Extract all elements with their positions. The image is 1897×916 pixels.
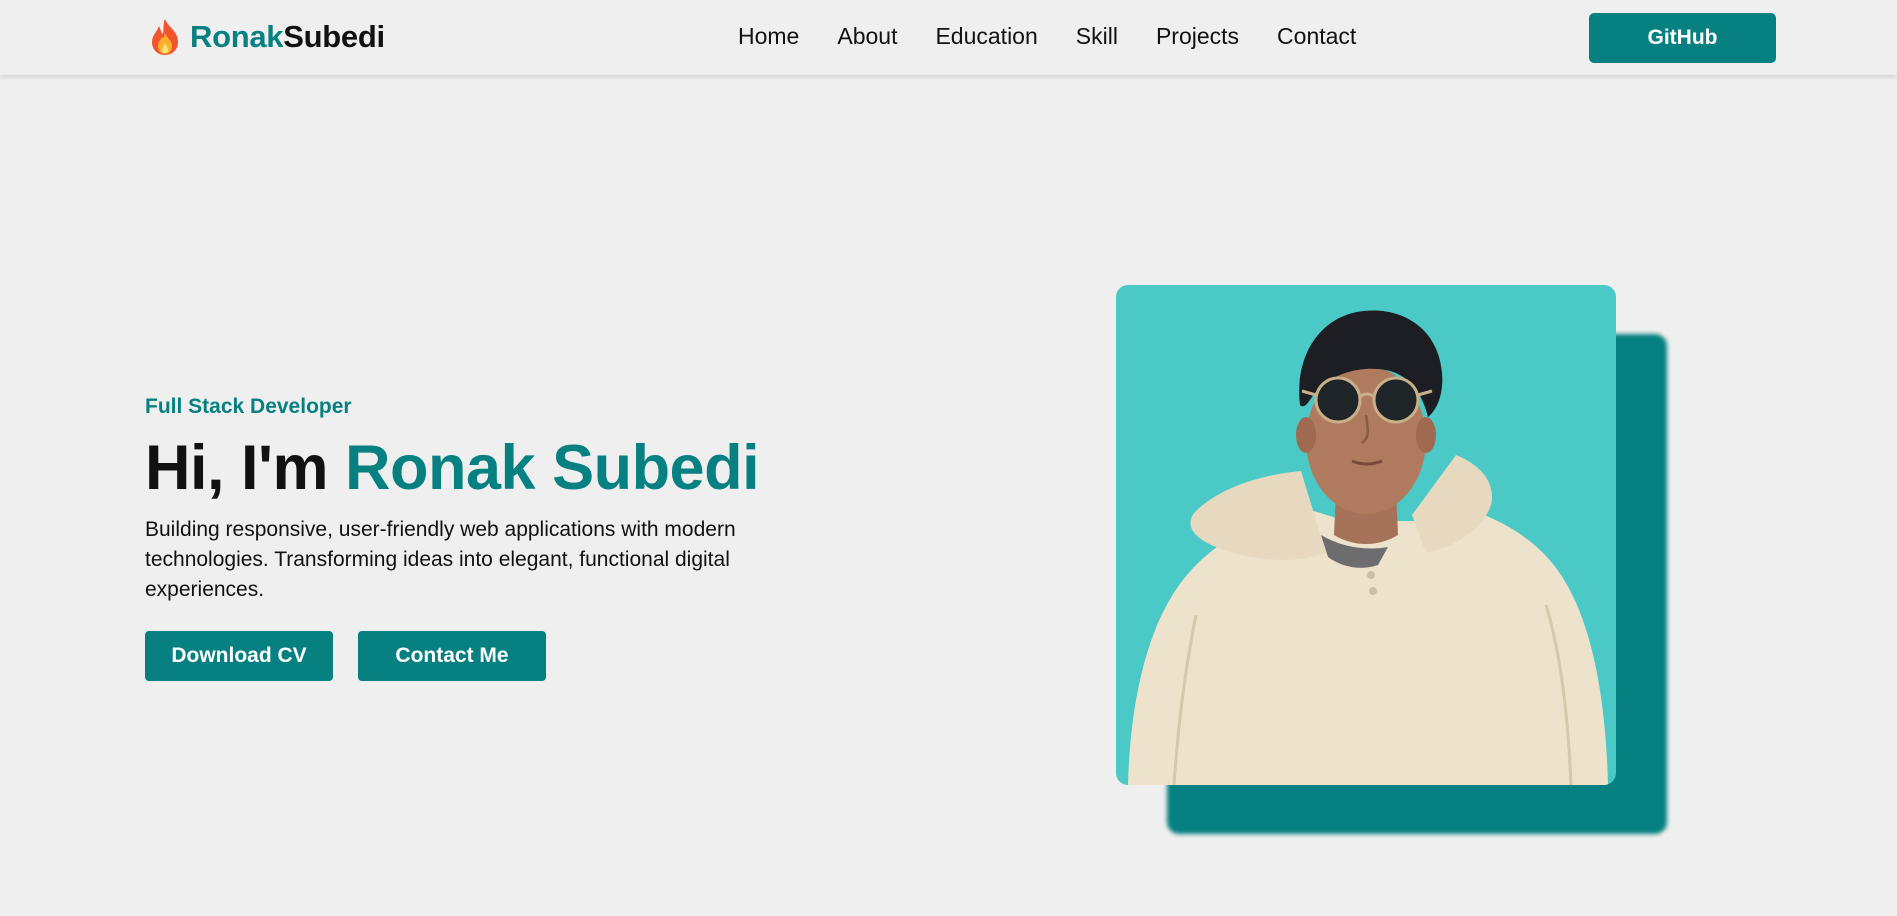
- nav-home[interactable]: Home: [738, 20, 799, 52]
- hero-subtitle: Full Stack Developer: [145, 395, 352, 418]
- hero-intro: Full Stack Developer Hi, I'm Ronak Subed…: [145, 393, 825, 681]
- contact-me-button[interactable]: Contact Me: [358, 631, 546, 681]
- nav-skill[interactable]: Skill: [1076, 20, 1118, 52]
- portrait-illustration: [1128, 310, 1608, 785]
- hero-headline: Hi, I'm Ronak Subedi: [145, 431, 825, 505]
- nav-about[interactable]: About: [837, 20, 897, 52]
- nav-projects[interactable]: Projects: [1156, 20, 1239, 52]
- site-logo[interactable]: RonakSubedi: [148, 16, 385, 58]
- hero-description: Building responsive, user-friendly web a…: [145, 518, 736, 601]
- logo-text: RonakSubedi: [190, 19, 385, 55]
- nav-education[interactable]: Education: [935, 20, 1037, 52]
- logo-last-name: Subedi: [283, 19, 385, 54]
- github-button[interactable]: GitHub: [1589, 13, 1776, 63]
- fire-icon: [152, 19, 178, 55]
- hero-actions: Download CV Contact Me: [145, 631, 825, 681]
- logo-first-name: Ronak: [190, 19, 284, 54]
- nav-contact[interactable]: Contact: [1277, 20, 1356, 52]
- site-header: RonakSubedi Home About Education Skill P…: [0, 0, 1897, 75]
- main-nav: Home About Education Skill Projects Cont…: [738, 20, 1356, 52]
- profile-photo: [1116, 285, 1616, 785]
- download-cv-button[interactable]: Download CV: [145, 631, 333, 681]
- headline-greeting: Hi, I'm: [145, 433, 329, 503]
- headline-name: Ronak Subedi: [345, 433, 760, 503]
